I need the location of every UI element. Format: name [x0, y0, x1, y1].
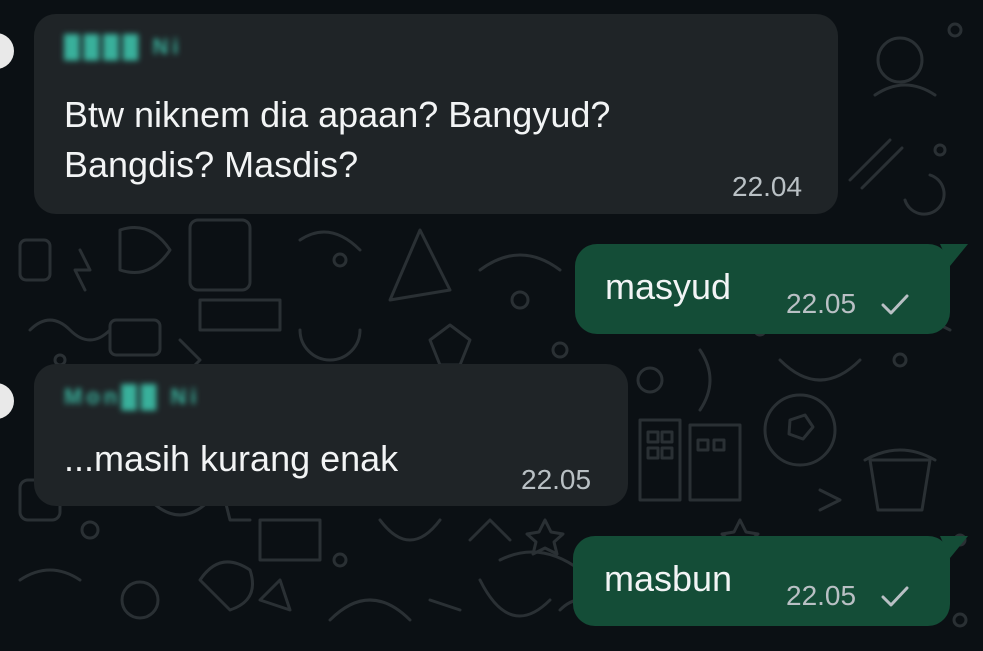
message-timestamp: 22.04: [732, 171, 803, 202]
message-text: masyud: [605, 266, 732, 307]
message-timestamp: 22.05: [786, 580, 857, 611]
check-icon: [881, 586, 909, 607]
message-timestamp: 22.05: [786, 288, 857, 319]
bubble-tail-outgoing: [940, 536, 968, 558]
message-text: Btw niknem dia apaan? Bangyud? Bangdis? …: [64, 94, 611, 185]
message-text: masbun: [604, 558, 733, 599]
message-bubble-outgoing[interactable]: masbun 22.05: [573, 536, 950, 626]
bubble-tail-outgoing: [940, 244, 968, 266]
check-icon: [881, 294, 909, 315]
message-bubble-incoming[interactable]: Mon██ Ni ...masih kurang enak 22.05: [34, 364, 628, 506]
sender-name: ████ Ni: [64, 34, 183, 59]
sender-name: Mon██ Ni: [64, 384, 201, 409]
message-text: ...masih kurang enak: [64, 438, 399, 479]
message-bubble-outgoing[interactable]: masyud 22.05: [575, 244, 950, 334]
message-timestamp: 22.05: [521, 464, 592, 495]
message-bubble-incoming[interactable]: ████ Ni Btw niknem dia apaan? Bangyud? B…: [34, 14, 838, 214]
